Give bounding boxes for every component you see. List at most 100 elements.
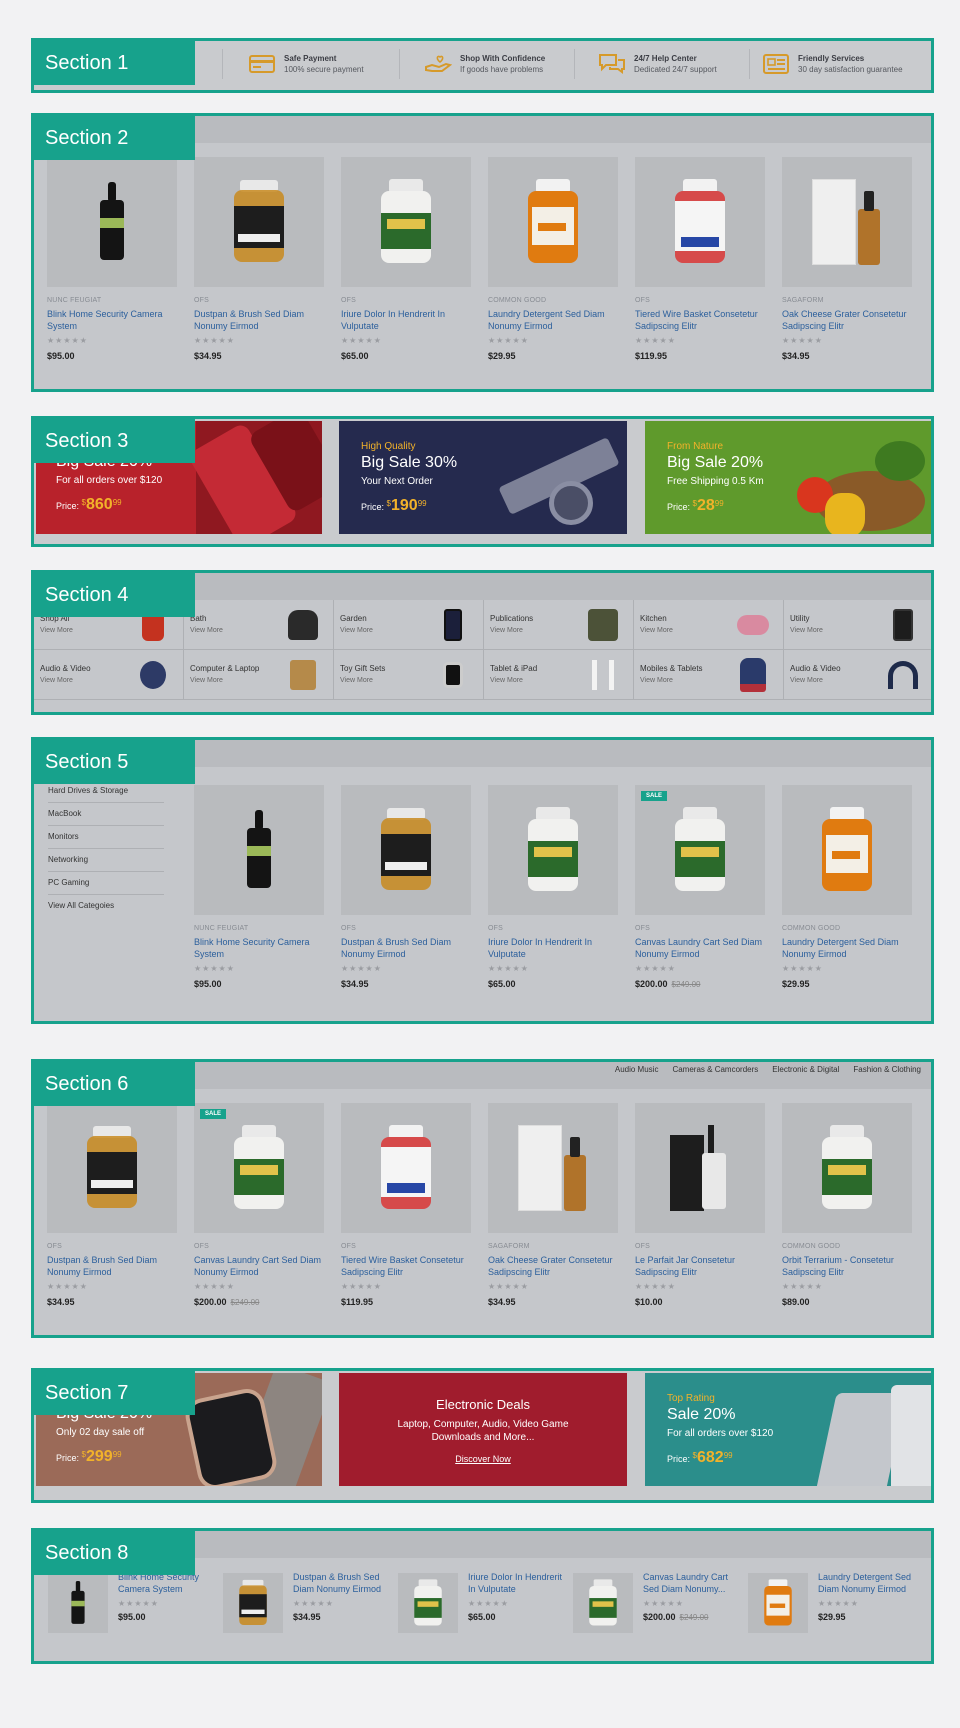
product-card[interactable]: OFS Tiered Wire Basket Consetetur Sadipsc… [635,157,765,361]
product-name-link[interactable]: Canvas Laundry Cart Sed Diam Nonumy... [643,1571,739,1595]
category-name[interactable]: Publications [490,614,533,623]
product-brand[interactable]: OFS [488,925,618,932]
tab-cameras[interactable]: Cameras & Camcorders [672,1065,758,1074]
category-name[interactable]: Audio & Video [40,664,91,673]
category-tile[interactable]: Garden View More [334,600,484,650]
product-image[interactable] [635,1103,765,1233]
category-tile[interactable]: Audio & Video View More [784,650,931,700]
product-card[interactable]: OFS Iriure Dolor In Hendrerit In Vulputat… [488,785,618,989]
product-card[interactable]: OFS Iriure Dolor In Hendrerit In Vulputat… [341,157,471,361]
product-name-link[interactable]: Dustpan & Brush Sed Diam Nonumy Eirmod [293,1571,389,1595]
product-brand[interactable]: SAGAFORM [782,297,912,304]
product-image[interactable] [341,785,471,915]
category-tile[interactable]: Bath View More [184,600,334,650]
product-name-link[interactable]: Canvas Laundry Cart Sed Diam Nonumy Eirm… [194,1254,324,1278]
product-card[interactable]: OFS Dustpan & Brush Sed Diam Nonumy Eirmo… [341,785,471,989]
product-name-link[interactable]: Dustpan & Brush Sed Diam Nonumy Eirmod [341,936,471,960]
product-card[interactable]: OFS Dustpan & Brush Sed Diam Nonumy Eirmo… [194,157,324,361]
side-category-link[interactable]: MacBook [48,803,164,826]
product-name-link[interactable]: Iriure Dolor In Hendrerit In Vulputate [468,1571,564,1595]
product-name-link[interactable]: Tiered Wire Basket Consetetur Sadipscing… [341,1254,471,1278]
product-card[interactable]: COMMON GOOD Orbit Terrarium - Consetetur … [782,1103,912,1307]
product-brand[interactable]: OFS [194,297,324,304]
product-brand[interactable]: OFS [341,1243,471,1250]
product-image[interactable] [47,1103,177,1233]
product-image[interactable] [782,157,912,287]
product-card[interactable]: OFS Le Parfait Jar Consetetur Sadipscing … [635,1103,765,1307]
product-brand[interactable]: SAGAFORM [488,1243,618,1250]
product-card[interactable]: SALE OFS Canvas Laundry Cart Sed Diam Nonu… [194,1103,324,1307]
product-name-link[interactable]: Laundry Detergent Sed Diam Nonumy Eirmod [782,936,912,960]
product-name-link[interactable]: Orbit Terrarium - Consetetur Sadipscing … [782,1254,912,1278]
product-brand[interactable]: COMMON GOOD [782,925,912,932]
mini-product[interactable]: Iriure Dolor In Hendrerit In Vulputate ★★… [398,1571,568,1641]
product-brand[interactable]: OFS [635,925,765,932]
tab-audio-music[interactable]: Audio Music [615,1065,659,1074]
product-brand[interactable]: NUNC FEUGIAT [194,925,324,932]
discover-now-link[interactable]: Discover Now [339,1454,627,1464]
product-card[interactable]: SAGAFORM Oak Cheese Grater Consetetur Sad… [782,157,912,361]
view-more-link[interactable]: View More [340,627,373,634]
product-image[interactable] [48,1573,108,1633]
product-image[interactable] [341,157,471,287]
product-brand[interactable]: OFS [47,1243,177,1250]
view-more-link[interactable]: View More [640,627,673,634]
product-card[interactable]: NUNC FEUGIAT Blink Home Security Camera S… [194,785,324,989]
product-image[interactable] [635,157,765,287]
tab-electronic[interactable]: Electronic & Digital [772,1065,839,1074]
product-brand[interactable]: OFS [635,1243,765,1250]
product-image[interactable] [488,1103,618,1233]
banner-from-nature-vegetables[interactable]: From Nature Big Sale 20% Free Shipping 0… [645,421,931,534]
mini-product[interactable]: Laundry Detergent Sed Diam Nonumy Eirmod… [748,1571,918,1641]
side-category-link[interactable]: Monitors [48,826,164,849]
category-name[interactable]: Computer & Laptop [190,664,259,673]
product-image[interactable]: SALE [635,785,765,915]
product-image[interactable] [223,1573,283,1633]
product-name-link[interactable]: Laundry Detergent Sed Diam Nonumy Eirmod [488,308,618,332]
product-name-link[interactable]: Canvas Laundry Cart Sed Diam Nonumy Eirm… [635,936,765,960]
product-brand[interactable]: COMMON GOOD [488,297,618,304]
product-name-link[interactable]: Blink Home Security Camera System [194,936,324,960]
side-category-link[interactable]: View All Categoies [48,895,164,918]
product-image[interactable] [398,1573,458,1633]
mini-product[interactable]: Canvas Laundry Cart Sed Diam Nonumy... ★★… [573,1571,743,1641]
product-name-link[interactable]: Oak Cheese Grater Consetetur Sadipscing … [782,308,912,332]
category-name[interactable]: Mobiles & Tablets [640,664,703,673]
category-tile[interactable]: Utility View More [784,600,931,650]
view-more-link[interactable]: View More [340,677,373,684]
mini-product[interactable]: Blink Home Security Camera System ★★★★★ $9… [48,1571,218,1641]
view-more-link[interactable]: View More [640,677,673,684]
product-name-link[interactable]: Iriure Dolor In Hendrerit In Vulputate [488,936,618,960]
category-tile[interactable]: Computer & Laptop View More [184,650,334,700]
product-card[interactable]: SAGAFORM Oak Cheese Grater Consetetur Sad… [488,1103,618,1307]
view-more-link[interactable]: View More [490,677,523,684]
product-name-link[interactable]: Blink Home Security Camera System [47,308,177,332]
product-image[interactable] [748,1573,808,1633]
category-name[interactable]: Audio & Video [790,664,841,673]
product-image[interactable]: SALE [194,1103,324,1233]
banner-high-quality-camera[interactable]: High Quality Big Sale 30% Your Next Orde… [339,421,627,534]
mini-product[interactable]: Dustpan & Brush Sed Diam Nonumy Eirmod ★★… [223,1571,393,1641]
product-name-link[interactable]: Tiered Wire Basket Consetetur Sadipscing… [635,308,765,332]
view-more-link[interactable]: View More [40,677,73,684]
product-name-link[interactable]: Dustpan & Brush Sed Diam Nonumy Eirmod [194,308,324,332]
product-name-link[interactable]: Laundry Detergent Sed Diam Nonumy Eirmod [818,1571,914,1595]
banner-electronic-deals[interactable]: Electronic Deals Laptop, Computer, Audio… [339,1373,627,1486]
product-brand[interactable]: OFS [194,1243,324,1250]
view-more-link[interactable]: View More [190,627,223,634]
view-more-link[interactable]: View More [790,627,823,634]
category-name[interactable]: Kitchen [640,614,667,623]
category-tile[interactable]: Mobiles & Tablets View More [634,650,784,700]
product-image[interactable] [341,1103,471,1233]
category-tile[interactable]: Tablet & iPad View More [484,650,634,700]
product-brand[interactable]: COMMON GOOD [782,1243,912,1250]
category-name[interactable]: Utility [790,614,810,623]
view-more-link[interactable]: View More [490,627,523,634]
category-tile[interactable]: Publications View More [484,600,634,650]
product-name-link[interactable]: Dustpan & Brush Sed Diam Nonumy Eirmod [47,1254,177,1278]
side-category-link[interactable]: PC Gaming [48,872,164,895]
product-image[interactable] [573,1573,633,1633]
view-more-link[interactable]: View More [790,677,823,684]
category-tile[interactable]: Audio & Video View More [34,650,184,700]
product-card[interactable]: COMMON GOOD Laundry Detergent Sed Diam No… [488,157,618,361]
